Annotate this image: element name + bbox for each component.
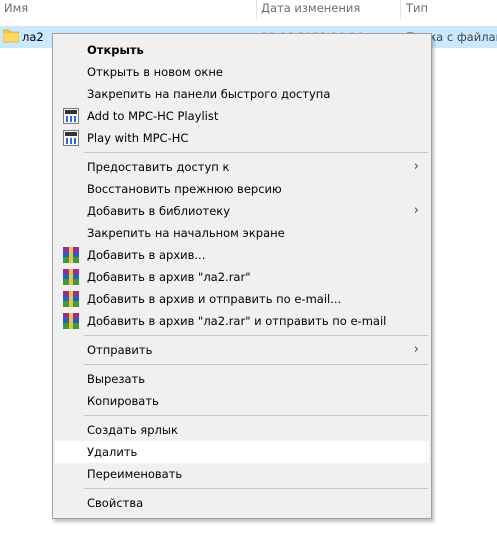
folder-icon xyxy=(3,29,19,43)
menu-item-share-with[interactable]: Предоставить доступ к › xyxy=(55,156,429,178)
menu-item-rename[interactable]: Переименовать xyxy=(55,463,429,485)
menu-separator xyxy=(84,152,428,153)
menu-item-label: Переименовать xyxy=(87,467,183,481)
menu-item-label: Добавить в архив "ла2.rar" xyxy=(87,270,251,284)
menu-item-create-shortcut[interactable]: Создать ярлык xyxy=(55,419,429,441)
menu-item-play-with-mpc[interactable]: Play with MPC-HC xyxy=(55,127,429,149)
menu-item-properties[interactable]: Свойства xyxy=(55,492,429,514)
menu-item-open[interactable]: Открыть xyxy=(55,39,429,61)
menu-separator xyxy=(84,488,428,489)
menu-item-delete[interactable]: Удалить xyxy=(55,441,429,463)
menu-item-label: Play with MPC-HC xyxy=(87,131,189,145)
winrar-icon xyxy=(63,291,79,307)
chevron-right-icon: › xyxy=(413,159,419,174)
column-divider[interactable] xyxy=(400,0,401,20)
menu-item-label: Создать ярлык xyxy=(87,423,178,437)
menu-item-label: Add to MPC-HC Playlist xyxy=(87,109,219,123)
menu-item-label: Открыть в новом окне xyxy=(87,65,223,79)
menu-item-label: Восстановить прежнюю версию xyxy=(87,182,282,196)
column-header-date[interactable]: Дата изменения xyxy=(261,0,360,20)
menu-item-copy[interactable]: Копировать xyxy=(55,390,429,412)
column-header-type[interactable]: Тип xyxy=(406,0,428,20)
menu-item-add-to-rar[interactable]: Добавить в архив "ла2.rar" xyxy=(55,266,429,288)
menu-separator xyxy=(84,364,428,365)
column-header-name[interactable]: Имя xyxy=(4,0,28,20)
menu-separator xyxy=(84,335,428,336)
menu-item-label: Предоставить доступ к xyxy=(87,160,230,174)
menu-item-label: Удалить xyxy=(87,445,138,459)
menu-item-pin-start[interactable]: Закрепить на начальном экране xyxy=(55,222,429,244)
winrar-icon xyxy=(63,269,79,285)
menu-item-label: Отправить xyxy=(87,343,153,357)
menu-item-label: Закрепить на начальном экране xyxy=(87,226,285,240)
file-name: ла2 xyxy=(22,30,44,44)
menu-item-restore-previous[interactable]: Восстановить прежнюю версию xyxy=(55,178,429,200)
menu-item-label: Свойства xyxy=(87,496,144,510)
menu-item-open-new-window[interactable]: Открыть в новом окне xyxy=(55,61,429,83)
winrar-icon xyxy=(63,247,79,263)
menu-item-cut[interactable]: Вырезать xyxy=(55,368,429,390)
menu-item-label: Закрепить на панели быстрого доступа xyxy=(87,87,331,101)
mpc-hc-icon xyxy=(63,130,79,146)
menu-item-label: Добавить в архив "ла2.rar" и отправить п… xyxy=(87,314,387,328)
column-header-bar: Имя Дата изменения Тип xyxy=(0,0,497,20)
menu-item-label: Открыть xyxy=(87,43,144,57)
column-divider[interactable] xyxy=(256,0,257,20)
menu-separator xyxy=(84,415,428,416)
context-menu: Открыть Открыть в новом окне Закрепить н… xyxy=(52,33,432,519)
menu-item-send-to[interactable]: Отправить › xyxy=(55,339,429,361)
menu-item-label: Добавить в архив... xyxy=(87,248,206,262)
menu-item-rar-and-email[interactable]: Добавить в архив "ла2.rar" и отправить п… xyxy=(55,310,429,332)
menu-item-label: Вырезать xyxy=(87,372,145,386)
menu-item-add-to-mpc-playlist[interactable]: Add to MPC-HC Playlist xyxy=(55,105,429,127)
menu-item-pin-quick-access[interactable]: Закрепить на панели быстрого доступа xyxy=(55,83,429,105)
menu-item-add-to-archive[interactable]: Добавить в архив... xyxy=(55,244,429,266)
chevron-right-icon: › xyxy=(413,203,419,218)
mpc-hc-icon xyxy=(63,108,79,124)
menu-item-label: Добавить в библиотеку xyxy=(87,204,231,218)
chevron-right-icon: › xyxy=(413,342,419,357)
menu-item-label: Копировать xyxy=(87,394,159,408)
menu-item-archive-and-email[interactable]: Добавить в архив и отправить по e-mail..… xyxy=(55,288,429,310)
menu-item-label: Добавить в архив и отправить по e-mail..… xyxy=(87,292,342,306)
menu-item-add-to-library[interactable]: Добавить в библиотеку › xyxy=(55,200,429,222)
winrar-icon xyxy=(63,313,79,329)
